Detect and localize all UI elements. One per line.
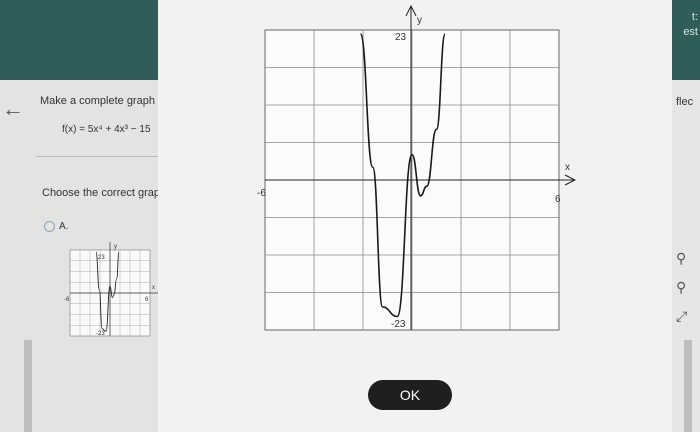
- enlarged-graph: 23 -23 -6 6 y x: [257, 4, 577, 331]
- right-toolbar: ⚲ ⚲ ⤢: [676, 250, 696, 337]
- question-prompt: Make a complete graph: [40, 95, 155, 107]
- right-panel-text: flec: [676, 96, 694, 108]
- choose-prompt: Choose the correct grap: [42, 187, 161, 199]
- ok-button[interactable]: OK: [368, 380, 452, 410]
- left-edge-bar: [24, 340, 32, 432]
- zoom-in-icon[interactable]: ⚲: [676, 250, 696, 267]
- graph-preview-modal: 23 -23 -6 6 y x OK: [158, 0, 672, 432]
- right-edge-bar: [684, 340, 692, 432]
- mini-x-min: -6: [64, 297, 70, 303]
- option-a[interactable]: A.: [44, 221, 68, 232]
- mini-y-min: -23: [96, 331, 105, 337]
- x-min-label: -6: [257, 188, 266, 199]
- popout-icon[interactable]: ⤢: [676, 308, 696, 325]
- zoom-out-icon[interactable]: ⚲: [676, 279, 696, 296]
- y-max-label: 23: [395, 32, 407, 43]
- mini-y-axis-label: y: [114, 244, 117, 250]
- option-a-label: A.: [59, 221, 69, 232]
- mini-y-max: 23: [98, 255, 105, 261]
- mini-x-axis-label: x: [152, 285, 155, 291]
- option-a-radio[interactable]: [44, 221, 55, 232]
- x-max-label: 6: [555, 194, 561, 205]
- header-right-text: t: est: [680, 10, 698, 40]
- function-expression: f(x) = 5x⁴ + 4x³ − 15: [62, 124, 151, 135]
- header-right-line: est: [683, 26, 698, 38]
- back-arrow-icon[interactable]: ←: [2, 96, 24, 122]
- y-min-label: -23: [391, 319, 406, 330]
- divider: [36, 156, 160, 157]
- y-axis-label: y: [417, 15, 422, 26]
- header-right-line: t:: [691, 11, 698, 23]
- x-axis-label: x: [565, 162, 570, 173]
- option-a-graph[interactable]: 23 -23 -6 6 y x: [62, 240, 162, 340]
